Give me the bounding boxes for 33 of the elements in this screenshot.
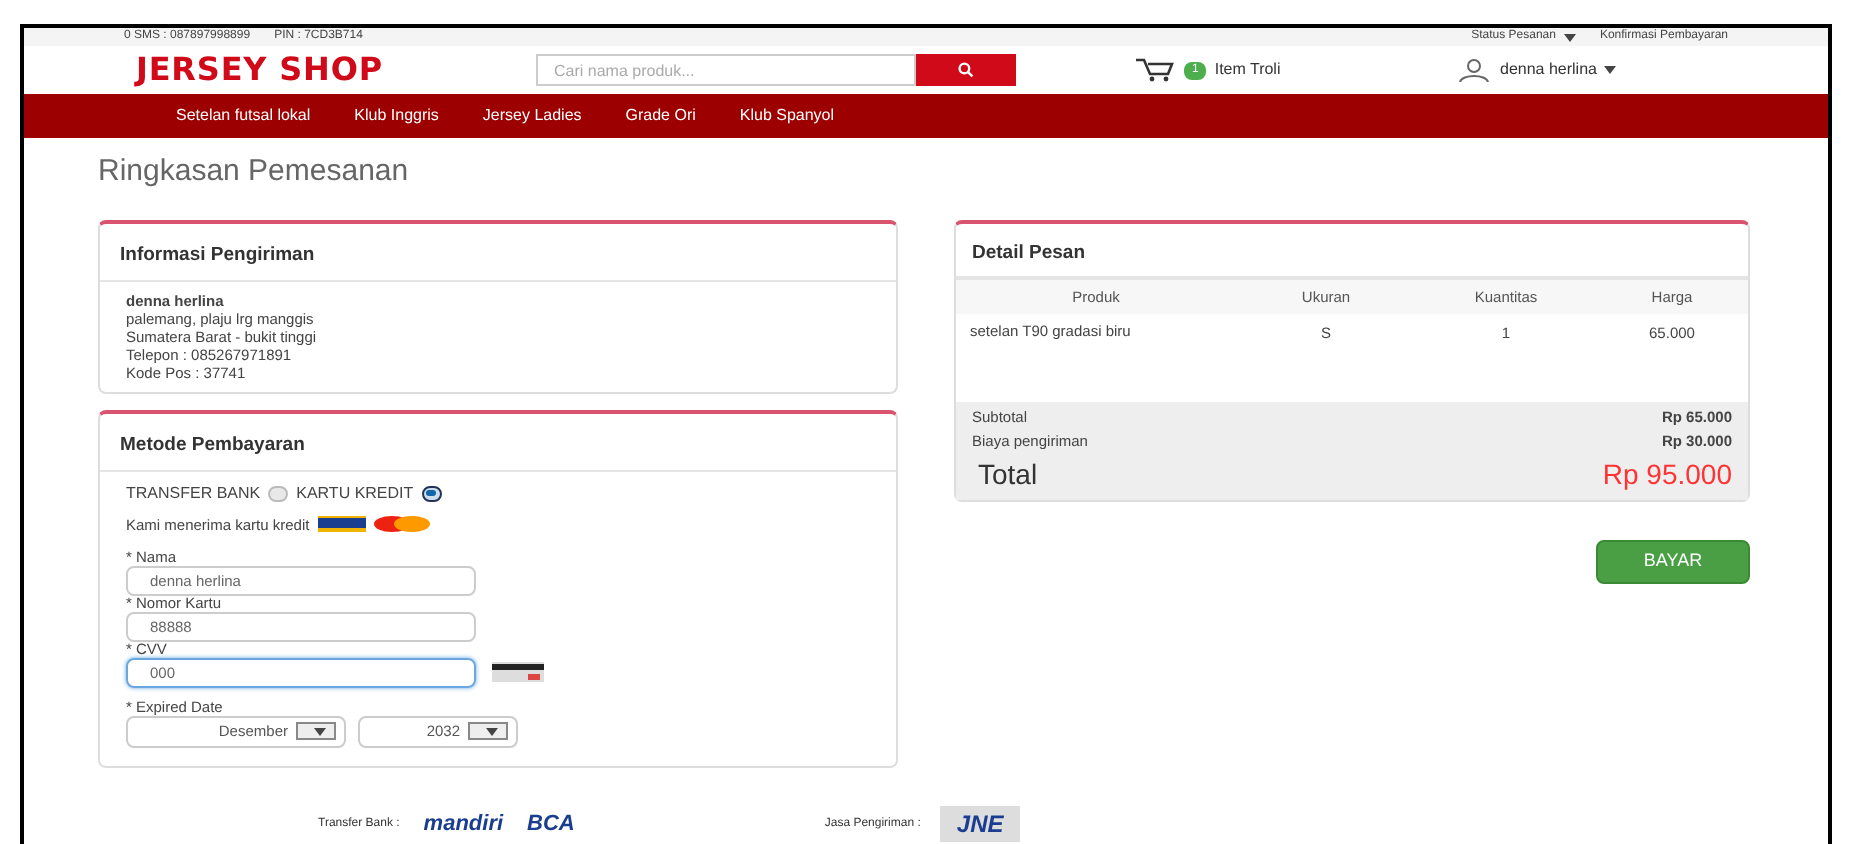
- user-menu[interactable]: denna herlina: [1500, 58, 1617, 82]
- cart-label: Item Troli: [1214, 58, 1281, 82]
- bank-logo: BCA: [527, 809, 575, 840]
- total-value: Rp 95.000: [1602, 455, 1732, 494]
- cart-icon[interactable]: [1136, 58, 1176, 82]
- panel-title: Detail Pesan: [972, 241, 1085, 263]
- caret-icon: [486, 727, 498, 736]
- bank-logo: mandiri: [423, 809, 504, 840]
- total-label: Total: [976, 455, 1038, 494]
- payment-option-label: KARTU KREDIT: [296, 481, 414, 505]
- caret-icon: [314, 727, 326, 736]
- caret-icon: [1604, 66, 1617, 74]
- nav-link[interactable]: Grade Ori: [625, 104, 696, 128]
- panel-title: Metode Pembayaran: [120, 433, 305, 455]
- payment-option-label: TRANSFER BANK: [126, 481, 261, 505]
- search-button[interactable]: [916, 54, 1016, 86]
- card-logo-icon: [373, 516, 430, 533]
- page-title: Ringkasan Pemesanan: [98, 152, 411, 192]
- radio-button[interactable]: [421, 485, 442, 501]
- user-icon[interactable]: [1456, 58, 1492, 82]
- nav-link[interactable]: Klub Spanyol: [739, 104, 835, 128]
- search-icon: [958, 62, 974, 78]
- radio-button[interactable]: [268, 485, 289, 501]
- panel-title: Informasi Pengiriman: [120, 243, 315, 265]
- card-logo-icon: [317, 516, 366, 533]
- logo: JERSEY SHOP: [136, 48, 385, 92]
- caret-icon: [1563, 33, 1576, 41]
- nav-link[interactable]: Klub Inggris: [354, 104, 439, 128]
- card-back-icon: [492, 662, 544, 683]
- nav-link[interactable]: Jersey Ladies: [482, 104, 582, 128]
- search-field[interactable]: Cari nama produk...: [536, 54, 916, 86]
- nav-link[interactable]: Setelan futsal lokal: [176, 104, 311, 128]
- courier-logo: JNE: [940, 806, 1020, 842]
